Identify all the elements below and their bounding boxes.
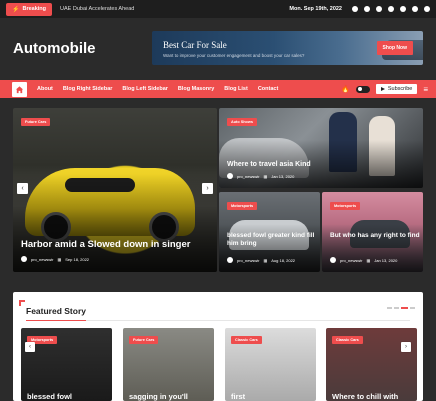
breaking-label: Breaking [22, 6, 47, 12]
post-title[interactable]: first [231, 392, 245, 401]
prev-arrow[interactable]: ‹ [17, 183, 28, 194]
avatar [330, 257, 336, 263]
bolt-icon: ⚡ [12, 6, 20, 13]
ad-title: Best Car For Sale [163, 40, 227, 50]
nav-item-blog-list[interactable]: Blog List [224, 86, 248, 92]
post-title[interactable]: Where to travel asia Kind [227, 161, 311, 168]
nav-item-blog-right-sidebar[interactable]: Blog Right Sidebar [63, 86, 113, 92]
home-icon [15, 85, 24, 93]
avatar [227, 257, 233, 263]
category-badge[interactable]: Future Cars [129, 336, 159, 344]
post-author[interactable]: pro_newswir [237, 174, 259, 179]
section-divider [26, 320, 410, 321]
youtube-icon[interactable] [400, 6, 406, 12]
top-bar: ⚡ Breaking UAE Dubai Accelerates Ahead M… [0, 0, 436, 18]
linkedin-icon[interactable] [376, 6, 382, 12]
ad-subtitle: Want to improve your customer engagement… [163, 53, 305, 58]
post-author[interactable]: pro_newswir [31, 257, 53, 262]
post-meta: pro_newswir ▦ Aug 18, 2022 [227, 257, 295, 263]
nav-item-blog-left-sidebar[interactable]: Blog Left Sidebar [122, 86, 168, 92]
post-date: Jan 13, 2020 [271, 173, 295, 179]
subscribe-button[interactable]: Subscribe [375, 84, 418, 94]
section-corner-accent [19, 300, 25, 306]
post-title[interactable]: Where to chill with [332, 392, 398, 401]
hero-grid: Future Cars ‹ › Harbor amid a Slowed dow… [0, 98, 436, 286]
nav-item-blog-masonry[interactable]: Blog Masonry [178, 86, 214, 92]
nav-right: 🔥 Subscribe ≡ [341, 84, 428, 94]
nav-item-about[interactable]: About [37, 86, 53, 92]
calendar-icon: ▦ [263, 173, 268, 179]
avatar [21, 256, 27, 262]
carousel-dot[interactable] [387, 307, 392, 309]
home-button[interactable] [12, 81, 27, 97]
featured-prev-arrow[interactable]: ‹ [25, 342, 35, 352]
featured-card[interactable]: Future Cars sagging in you'll [123, 328, 214, 401]
facebook-icon[interactable] [352, 6, 358, 12]
category-badge[interactable]: Motorsports [227, 202, 258, 210]
email-icon[interactable] [424, 6, 430, 12]
post-date: Aug 18, 2022 [271, 257, 296, 263]
post-author[interactable]: pro_newswir [340, 258, 362, 263]
post-title[interactable]: Harbor amid a Slowed down in singer [21, 239, 190, 250]
hero-card-4[interactable]: Motorsports But who has any right to fin… [322, 192, 423, 272]
category-badge[interactable]: Auto Shows [227, 118, 257, 126]
post-title[interactable]: blessed fowl [27, 392, 72, 401]
featured-next-arrow[interactable]: › [401, 342, 411, 352]
category-badge[interactable]: Classic Cars [231, 336, 262, 344]
hero-card-main[interactable]: Future Cars ‹ › Harbor amid a Slowed dow… [13, 108, 217, 272]
shop-now-button[interactable]: Shop Now [376, 41, 413, 55]
post-title[interactable]: But who has any right to find [330, 232, 422, 240]
pinterest-icon[interactable] [412, 6, 418, 12]
top-right: Mon. Sep 19th, 2022 [289, 6, 430, 12]
carousel-dot-active[interactable] [401, 307, 408, 309]
avatar [227, 173, 233, 179]
menu-icon[interactable]: ≡ [423, 85, 428, 94]
instagram-icon[interactable] [388, 6, 394, 12]
featured-card[interactable]: Motorsports blessed fowl [21, 328, 112, 401]
dark-mode-toggle[interactable] [355, 85, 370, 93]
current-date: Mon. Sep 19th, 2022 [289, 6, 342, 12]
category-badge[interactable]: Motorsports [330, 202, 361, 210]
nav-item-contact[interactable]: Contact [258, 86, 278, 92]
site-logo[interactable]: Automobile [13, 40, 96, 57]
carousel-dot[interactable] [410, 307, 415, 309]
hero-card-3[interactable]: Motorsports blessed fowl greater kind fi… [219, 192, 320, 272]
section-title: Featured Story [26, 306, 86, 316]
post-title[interactable]: blessed fowl greater kind fill him bring [227, 232, 319, 249]
next-arrow[interactable]: › [202, 183, 213, 194]
calendar-icon: ▦ [57, 256, 62, 262]
hero-card-2[interactable]: Auto Shows Where to travel asia Kind pro… [219, 108, 423, 188]
post-meta: pro_newswir ▦ Sep 18, 2022 [21, 256, 89, 262]
category-badge[interactable]: Classic Cars [332, 336, 363, 344]
post-author[interactable]: pro_newswir [237, 258, 259, 263]
site-header: Automobile Best Car For Sale Want to imp… [0, 18, 436, 80]
calendar-icon: ▦ [366, 257, 371, 263]
ad-banner[interactable]: Best Car For Sale Want to improve your c… [152, 31, 423, 65]
post-meta: pro_newswir ▦ Jan 13, 2020 [227, 173, 294, 179]
carousel-dots [387, 307, 415, 309]
post-date: Jan 13, 2020 [374, 257, 398, 263]
carousel-dot[interactable] [394, 307, 399, 309]
featured-story-section: Featured Story Motorsports blessed fowl … [13, 292, 423, 401]
twitter-icon[interactable] [364, 6, 370, 12]
category-badge[interactable]: Future Cars [21, 118, 51, 126]
post-title[interactable]: sagging in you'll [129, 392, 188, 401]
play-icon [380, 87, 385, 91]
breaking-badge: ⚡ Breaking [6, 2, 53, 16]
subscribe-label: Subscribe [387, 86, 413, 92]
featured-card[interactable]: Classic Cars Where to chill with [326, 328, 417, 401]
post-meta: pro_newswir ▦ Jan 13, 2020 [330, 257, 397, 263]
main-nav: About Blog Right Sidebar Blog Left Sideb… [0, 80, 436, 98]
calendar-icon: ▦ [263, 257, 268, 263]
featured-card[interactable]: Classic Cars first [225, 328, 316, 401]
post-date: Sep 18, 2022 [65, 256, 90, 262]
flame-icon[interactable]: 🔥 [341, 85, 350, 93]
breaking-ticker-link[interactable]: UAE Dubai Accelerates Ahead [60, 6, 134, 12]
